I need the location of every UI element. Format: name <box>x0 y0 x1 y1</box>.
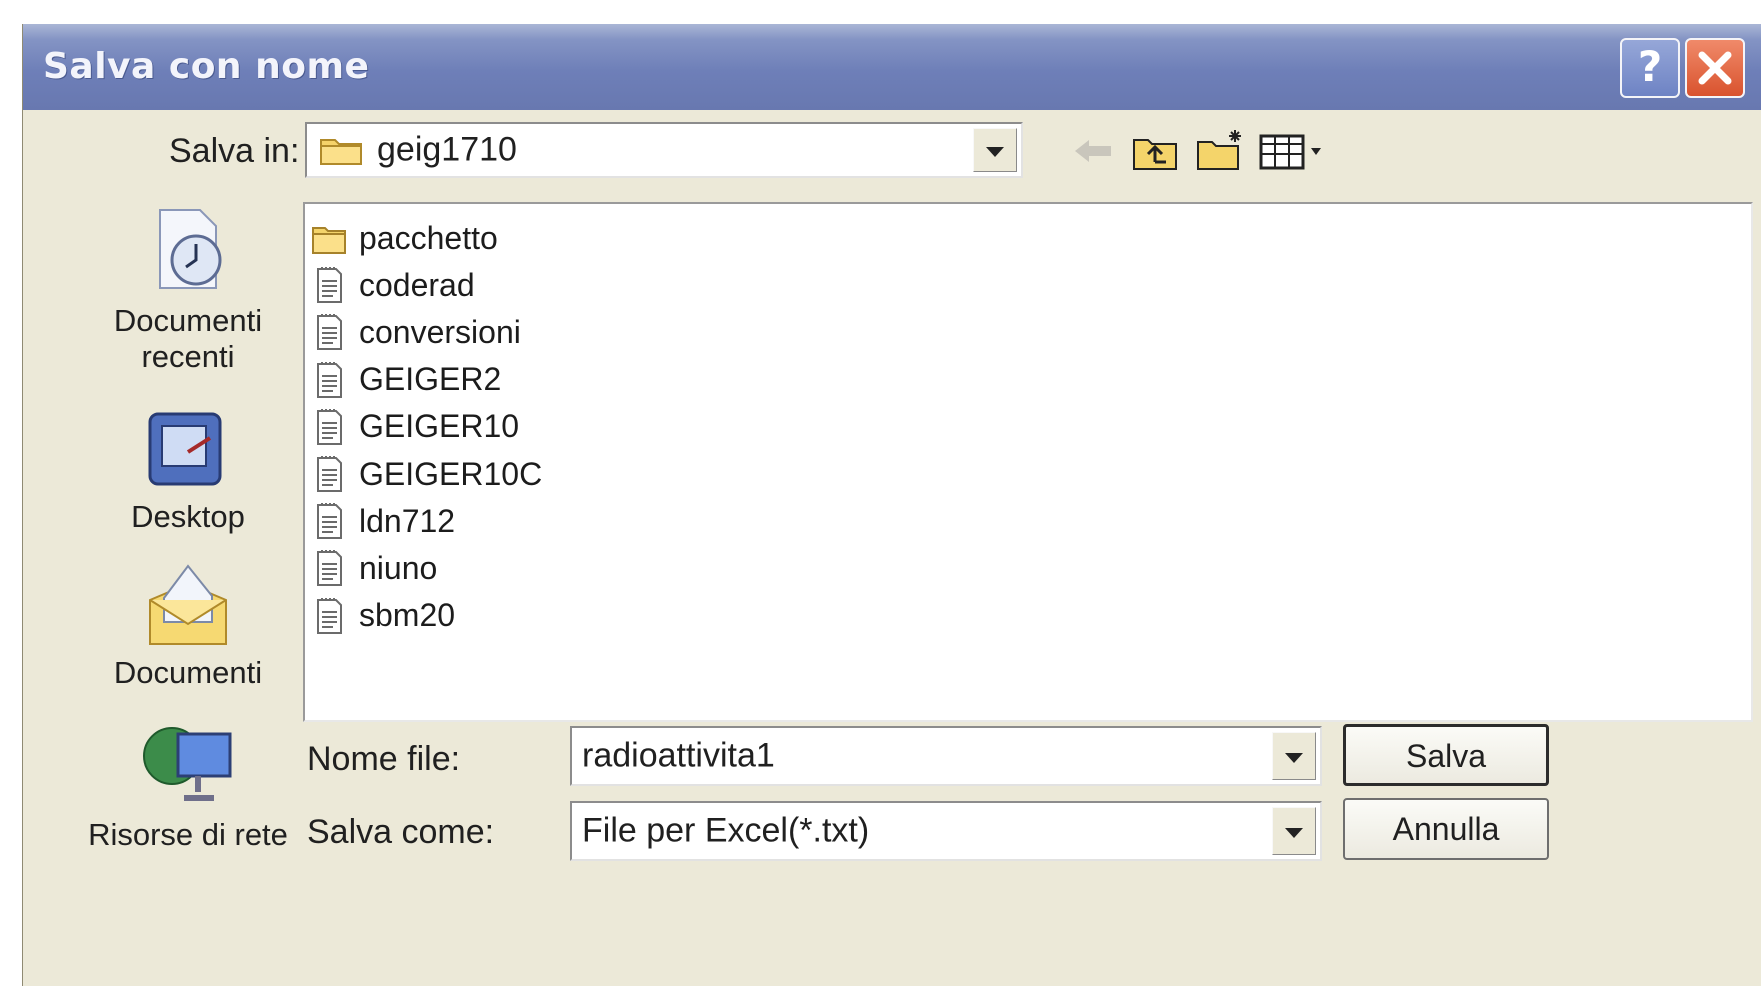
location-dropdown-button[interactable] <box>973 128 1017 172</box>
my-documents-icon <box>149 564 227 645</box>
file-name: ldn712 <box>359 502 456 539</box>
title-bar[interactable]: Salva con nome ? <box>23 24 1761 110</box>
file-item[interactable]: sbm20 <box>311 594 455 638</box>
savetype-dropdown-button[interactable] <box>1272 807 1316 855</box>
file-name: niuno <box>359 549 438 586</box>
file-item[interactable]: niuno <box>311 546 437 590</box>
text-file-icon <box>311 265 347 305</box>
close-icon <box>1698 51 1732 85</box>
savetype-label: Salva come: <box>307 813 495 851</box>
view-menu-button[interactable] <box>1259 132 1329 172</box>
file-item[interactable]: GEIGER10 <box>311 405 519 449</box>
folder-icon <box>311 218 347 258</box>
filename-value[interactable]: radioattivita1 <box>582 737 775 776</box>
recent-documents-icon <box>159 209 222 289</box>
location-value: geig1710 <box>377 130 517 169</box>
place-my-documents[interactable]: Documenti <box>63 560 313 691</box>
file-name: GEIGER2 <box>359 361 502 398</box>
network-places-icon <box>143 727 232 801</box>
filename-field[interactable]: radioattivita1 <box>570 726 1322 786</box>
text-file-icon <box>311 501 347 541</box>
text-file-icon <box>311 312 347 352</box>
file-list[interactable]: pacchetto coderad conversioni GEIGER2 GEIGER… <box>303 202 1753 722</box>
save-button[interactable]: Salva <box>1343 724 1549 786</box>
file-item[interactable]: coderad <box>311 263 475 307</box>
place-label-line2: recenti <box>141 339 235 374</box>
file-name: pacchetto <box>359 219 498 256</box>
place-recent-documents[interactable]: Documenti recenti <box>63 204 313 375</box>
filename-dropdown-button[interactable] <box>1272 732 1316 780</box>
cancel-button[interactable]: Annulla <box>1343 798 1549 860</box>
file-item[interactable]: ldn712 <box>311 499 455 543</box>
save-as-dialog: Salva con nome ? Salva in: geig1710 Docu… <box>22 24 1761 986</box>
place-label: Documenti <box>113 655 263 690</box>
file-name: sbm20 <box>359 597 456 634</box>
places-bar: Documenti recenti Desktop Documenti Riso… <box>63 204 313 964</box>
place-label: Desktop <box>131 499 245 534</box>
place-label: Risorse di rete <box>88 817 288 852</box>
window-title: Salva con nome <box>43 46 370 87</box>
file-item[interactable]: pacchetto <box>311 216 498 260</box>
file-item[interactable]: GEIGER2 <box>311 358 501 402</box>
close-button[interactable] <box>1685 38 1745 98</box>
view-menu-icon <box>1259 134 1321 170</box>
file-name: conversioni <box>359 313 521 350</box>
file-item[interactable]: conversioni <box>311 310 521 354</box>
savetype-value: File per Excel(*.txt) <box>582 811 870 850</box>
location-combo[interactable]: geig1710 <box>305 122 1023 178</box>
new-folder-icon[interactable] <box>1195 128 1247 172</box>
place-label: Documenti <box>113 303 263 338</box>
text-file-icon <box>311 407 347 447</box>
file-name: GEIGER10C <box>359 455 543 492</box>
folder-icon <box>320 139 362 165</box>
file-item[interactable]: GEIGER10C <box>311 452 542 496</box>
text-file-icon <box>311 360 347 400</box>
save-in-label: Salva in: <box>169 132 300 170</box>
place-network[interactable]: Risorse di rete <box>63 718 313 853</box>
place-desktop[interactable]: Desktop <box>63 408 313 535</box>
up-folder-icon[interactable] <box>1131 132 1179 172</box>
desktop-icon <box>148 412 222 486</box>
text-file-icon <box>311 548 347 588</box>
text-file-icon <box>311 454 347 494</box>
help-button[interactable]: ? <box>1620 38 1680 98</box>
filename-label: Nome file: <box>307 740 461 778</box>
text-file-icon <box>311 596 347 636</box>
file-name: GEIGER10 <box>359 408 520 445</box>
back-arrow-icon[interactable] <box>1071 136 1115 166</box>
file-name: coderad <box>359 266 475 303</box>
savetype-select[interactable]: File per Excel(*.txt) <box>570 801 1322 861</box>
